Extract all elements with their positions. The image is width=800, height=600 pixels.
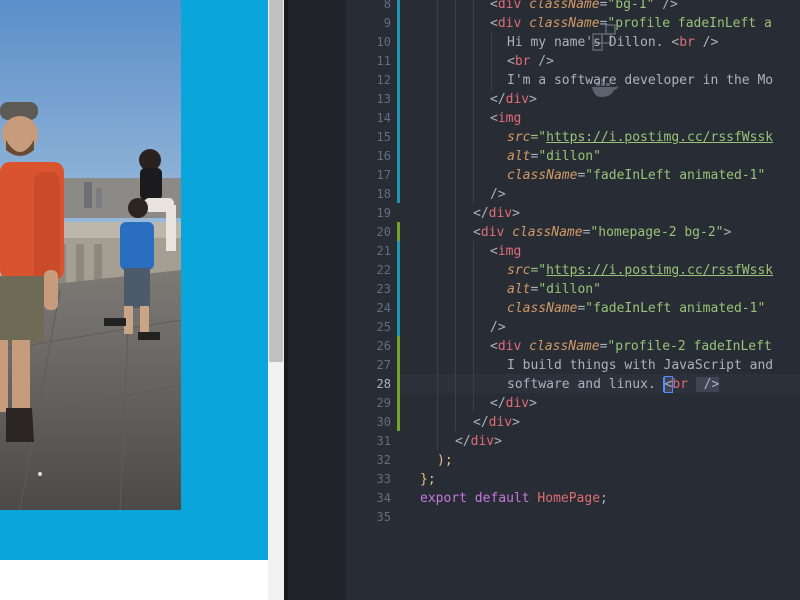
code-line: <div className="profile fadeInLeft a	[490, 16, 772, 31]
code-line: </div>	[490, 92, 537, 107]
code-line: </div>	[455, 434, 502, 449]
code-line: alt="dillon"	[507, 282, 601, 297]
code-line: <div className="profile-2 fadeInLeft	[490, 339, 772, 354]
code-line: <div className="bg-1" />	[490, 0, 678, 12]
code-line: className="fadeInLeft animated-1"	[507, 301, 766, 316]
code-line: alt="dillon"	[507, 149, 601, 164]
code-line-active: software and linux. <br />	[507, 376, 720, 393]
code-line: />	[490, 187, 506, 202]
code-line: className="fadeInLeft animated-1"	[507, 168, 766, 183]
code-line: </div>	[490, 396, 537, 411]
code-area[interactable]: <div className="bg-1" /> <div className=…	[0, 0, 800, 600]
code-line: I build things with JavaScript and	[507, 358, 774, 373]
code-line: I'm a software developer in the Mo	[507, 73, 774, 88]
code-line: src="https://i.postimg.cc/rssfWssk	[507, 130, 774, 145]
code-line: <img	[490, 244, 522, 259]
code-line: <img	[490, 111, 522, 126]
code-line: />	[490, 320, 506, 335]
code-line: <div className="homepage-2 bg-2">	[473, 225, 732, 240]
code-line: };	[420, 472, 436, 487]
code-line: src="https://i.postimg.cc/rssfWssk	[507, 263, 774, 278]
code-line: <br />	[507, 54, 554, 69]
code-line: );	[437, 453, 453, 468]
code-line: export default HomePage;	[420, 491, 608, 506]
code-line: </div>	[473, 206, 520, 221]
code-line: Hi my name's Dillon. <br />	[507, 35, 719, 50]
code-line: </div>	[473, 415, 520, 430]
